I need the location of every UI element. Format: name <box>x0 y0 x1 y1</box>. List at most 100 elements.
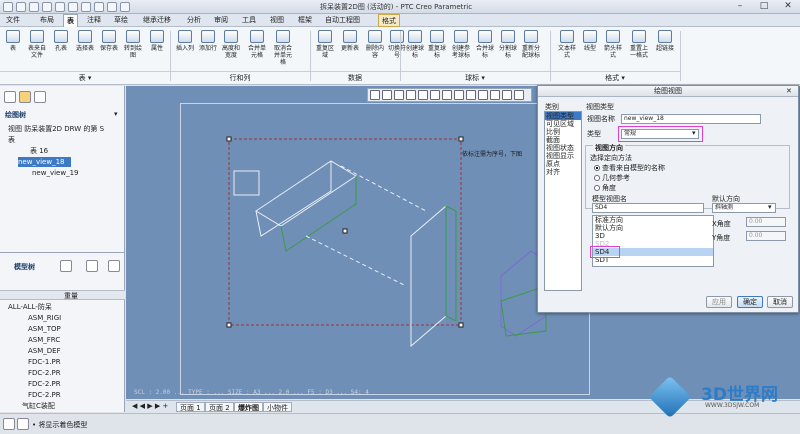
customize-toolbar-icon[interactable] <box>120 2 130 12</box>
zoom-out-icon[interactable] <box>394 90 404 100</box>
tab-legacy-migration[interactable]: 继承迁移 <box>140 14 174 27</box>
unmerge-button[interactable]: 取消合并单元格 <box>272 30 294 68</box>
dropdown-arrow-icon[interactable]: ▾ <box>768 203 772 211</box>
model-tree-root[interactable]: ALL-ALL-防呆 <box>8 302 52 312</box>
repeat-region-button[interactable]: 重复区域 <box>314 30 336 68</box>
sheet-tab-1[interactable]: 页面 1 <box>176 402 205 412</box>
orient-option-angle[interactable]: 角度 <box>594 183 616 193</box>
y-angle-input[interactable]: 0.00 <box>746 231 786 241</box>
model-tree-item[interactable]: ASM_RIGI <box>28 313 61 323</box>
model-tree-item[interactable]: FDC-2.PR <box>28 379 61 389</box>
app-logo-icon[interactable] <box>3 2 13 12</box>
browser-icon[interactable] <box>17 418 29 430</box>
undo-icon[interactable] <box>55 2 65 12</box>
maximize-button[interactable]: □ <box>752 0 776 13</box>
category-view-state[interactable]: 视图状态 <box>545 144 581 152</box>
save-table-button[interactable]: 保存表 <box>98 30 120 68</box>
view-list-item[interactable]: 3D <box>593 232 713 240</box>
tab-layout[interactable]: 布局 <box>37 14 57 27</box>
height-width-button[interactable]: 高度和宽度 <box>220 30 242 68</box>
merge-balloon-button[interactable]: 合并球标 <box>474 30 496 68</box>
merge-cells-button[interactable]: 合并单元格 <box>246 30 268 68</box>
refit-icon[interactable] <box>370 90 380 100</box>
model-tree-item[interactable]: ASM_FRC <box>28 335 60 345</box>
repaint-icon[interactable] <box>406 90 416 100</box>
spin-center-icon[interactable] <box>454 90 464 100</box>
folder-icon[interactable] <box>19 91 31 103</box>
view-list-item[interactable]: 默认方向 <box>593 224 713 232</box>
tab-frame[interactable]: 框架 <box>295 14 315 27</box>
properties-button[interactable]: 属性 <box>146 30 168 68</box>
open-file-icon[interactable] <box>29 2 39 12</box>
reset-format-button[interactable]: 重置上一格式 <box>628 30 650 68</box>
dialog-close-icon[interactable]: ✕ <box>786 87 792 95</box>
model-tree-item[interactable]: FDC-2.PR <box>28 390 61 400</box>
section-icon[interactable] <box>514 90 524 100</box>
tab-analysis[interactable]: 分析 <box>184 14 204 27</box>
category-view-type[interactable]: 视图类型 <box>545 112 581 120</box>
ok-button[interactable]: 确定 <box>737 296 763 308</box>
layer-icon[interactable] <box>478 90 488 100</box>
arrow-style-button[interactable]: 箭头样式 <box>602 30 624 68</box>
model-tree-item[interactable]: FDC-1.PR <box>28 357 61 367</box>
tab-review[interactable]: 审阅 <box>211 14 231 27</box>
select-table-button[interactable]: 选择表 <box>74 30 96 68</box>
tab-view[interactable]: 视图 <box>267 14 287 27</box>
tab-auto-drawing[interactable]: 自动工程图 <box>322 14 363 27</box>
radio-selected-icon[interactable] <box>594 165 600 171</box>
redo-icon[interactable] <box>68 2 78 12</box>
apply-button[interactable]: 应用 <box>706 296 732 308</box>
regenerate-icon[interactable] <box>81 2 91 12</box>
grid-icon[interactable] <box>490 90 500 100</box>
category-align[interactable]: 对齐 <box>545 168 581 176</box>
close-button[interactable]: ✕ <box>776 0 800 13</box>
type-dropdown[interactable]: 常规 <box>621 129 699 139</box>
tab-file[interactable]: 文件 <box>3 14 23 27</box>
category-scale[interactable]: 比例 <box>545 128 581 136</box>
tab-format[interactable]: 格式 <box>378 14 400 27</box>
add-row-button[interactable]: 添加行 <box>197 30 219 68</box>
datum-display-icon[interactable] <box>442 90 452 100</box>
goto-drawing-button[interactable]: 转到绘图 <box>122 30 144 68</box>
tree-item-table16[interactable]: 表 16 <box>30 146 48 156</box>
reassign-balloon-button[interactable]: 重新分配球标 <box>520 30 542 68</box>
annotation-display-icon[interactable] <box>466 90 476 100</box>
text-style-button[interactable]: 文本样式 <box>556 30 578 68</box>
settings-icon[interactable] <box>60 260 72 272</box>
table-file-button[interactable]: 表来自文件 <box>26 30 48 68</box>
category-origin[interactable]: 原点 <box>545 160 581 168</box>
line-style-button[interactable]: 线型 <box>579 30 601 68</box>
repeat-balloon-button[interactable]: 重复球标 <box>426 30 448 68</box>
insert-column-button[interactable]: 插入列 <box>174 30 196 68</box>
dropdown-arrow-icon[interactable]: ▾ <box>692 129 696 137</box>
save-icon[interactable] <box>42 2 52 12</box>
model-tree-item[interactable]: ASM_TOP <box>28 324 61 334</box>
cancel-button[interactable]: 取消 <box>767 296 793 308</box>
sheet-icon[interactable] <box>502 90 512 100</box>
drawing-tree-icon[interactable] <box>4 91 16 103</box>
tree-item-new-view-19[interactable]: new_view_19 <box>32 168 79 178</box>
windows-icon[interactable] <box>94 2 104 12</box>
view-list-item[interactable]: 标准方向 <box>593 216 713 224</box>
model-tree-item[interactable]: FDC-2.PR <box>28 368 61 378</box>
new-file-icon[interactable] <box>16 2 26 12</box>
tree-item-new-view-18[interactable]: new_view_18 <box>18 157 71 167</box>
ref-balloon-button[interactable]: 创建参考球标 <box>450 30 472 68</box>
hole-table-button[interactable]: 孔表 <box>50 30 72 68</box>
model-view-input[interactable]: SD4 <box>592 203 704 213</box>
sheet-tab-small-parts[interactable]: 小物件 <box>263 402 292 412</box>
orient-option-model-name[interactable]: 查看来自模型的名称 <box>594 163 665 173</box>
tree-item-tables[interactable]: 表 <box>8 135 15 145</box>
display-style-icon[interactable] <box>418 90 428 100</box>
split-balloon-button[interactable]: 分割球标 <box>497 30 519 68</box>
model-tree-item[interactable]: ASM_DEF <box>28 346 61 356</box>
model-tree-item[interactable]: 气缸C装配 <box>22 401 55 411</box>
sheet-tab-exploded[interactable]: 爆炸图 <box>234 402 263 412</box>
tree-filter-icon[interactable] <box>108 260 120 272</box>
orient-option-geometry[interactable]: 几何参考 <box>594 173 630 183</box>
zoom-in-icon[interactable] <box>382 90 392 100</box>
radio-icon[interactable] <box>594 175 600 181</box>
balloon-button[interactable]: 创建球标 <box>404 30 426 68</box>
message-log-icon[interactable] <box>3 418 15 430</box>
show-icon[interactable] <box>86 260 98 272</box>
